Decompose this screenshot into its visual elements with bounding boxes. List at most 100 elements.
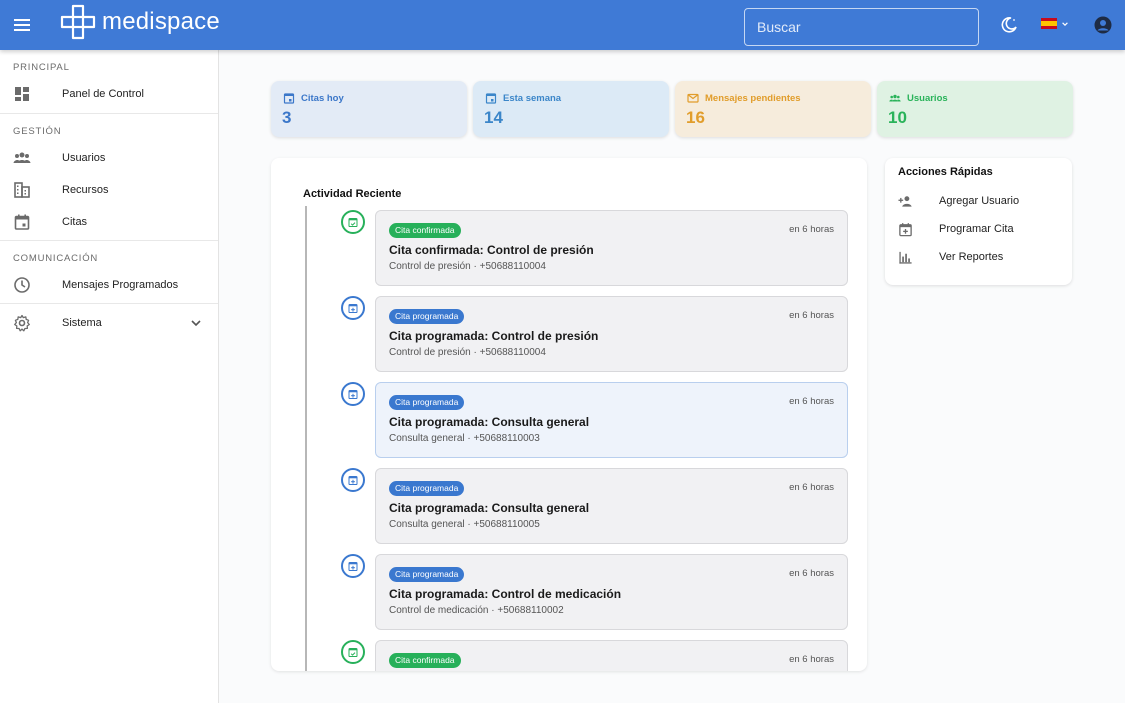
activity-time: en 6 horas [789,482,834,493]
chevron-down-icon [1062,21,1068,26]
activity-subtitle: Consulta general · +50688110003 [389,433,540,444]
view-reports-action[interactable]: Ver Reportes [885,245,1072,269]
status-badge: Cita programada [389,395,465,410]
quick-action-label: Ver Reportes [939,251,1004,263]
activity-subtitle: Control de presión · +50688110004 [389,347,546,358]
add-user-action[interactable]: Agregar Usuario [885,189,1072,213]
activity-time: en 6 horas [789,224,834,235]
timeline-dot [341,382,365,406]
app-name: medispace [102,8,220,35]
recent-activity-panel: Actividad Reciente Cita confirmada en 6 … [271,158,867,671]
activity-time: en 6 horas [789,568,834,579]
search-input[interactable] [744,8,979,46]
stat-label: Usuarios [907,92,948,104]
sidebar-item-resources[interactable]: Recursos [0,174,218,206]
activity-card[interactable]: Cita programada en 6 horas Cita programa… [375,382,848,458]
language-selector[interactable] [1041,18,1069,29]
stat-card-header: Esta semana [485,92,561,104]
timeline-dot [341,554,365,578]
account-circle-icon [1094,16,1112,34]
status-badge: Cita programada [389,481,465,496]
stat-value: 16 [686,108,705,127]
status-badge: Cita programada [389,309,465,324]
stat-label: Esta semana [503,92,562,104]
quick-actions-panel: Acciones Rápidas Agregar Usuario Program… [885,158,1072,285]
timeline-dot [341,210,365,234]
stat-card-header: Mensajes pendientes [687,92,801,104]
sidebar: PRINCIPAL Panel de Control GESTIÓN Usuar… [0,50,219,703]
activity-title-text: Cita programada: Consulta general [389,415,590,429]
stat-value: 14 [484,108,503,127]
sidebar-item-users[interactable]: Usuarios [0,142,218,174]
activity-card[interactable]: Cita programada en 6 horas Cita programa… [375,554,848,630]
activity-title-text: Cita programada: Control de presión [389,329,599,343]
section-title-gestion: GESTIÓN [13,126,62,137]
sidebar-item-dashboard[interactable]: Panel de Control [0,78,218,110]
sidebar-item-system[interactable]: Sistema [0,307,218,339]
activity-card[interactable]: Cita programada en 6 horas Cita programa… [375,296,848,372]
sidebar-item-label: Recursos [62,184,109,196]
status-badge: Cita confirmada [389,653,461,668]
menu-icon [14,19,30,31]
menu-button[interactable] [12,15,32,35]
account-button[interactable] [1093,15,1113,35]
medical-cross-logo-icon [60,4,96,40]
timeline-line [305,206,307,671]
stat-card-header: Citas hoy [283,92,344,104]
calendar-add-icon [348,562,358,571]
calendar-add-icon [348,304,358,313]
clock-icon [14,277,30,293]
calendar-icon [14,214,30,230]
divider [0,303,218,304]
status-badge: Cita programada [389,567,465,582]
activity-time: en 6 horas [789,654,834,665]
activity-subtitle: Control de medicación · +50688110002 [389,605,564,616]
sidebar-item-appointments[interactable]: Citas [0,206,218,238]
stat-card[interactable]: Mensajes pendientes 16 [675,81,871,137]
spain-flag-icon [1041,18,1057,29]
activity-card[interactable]: Cita confirmada en 6 horas Cita confirma… [375,210,848,286]
timeline-dot [341,296,365,320]
sidebar-item-label: Panel de Control [62,88,144,100]
stat-value: 10 [888,108,907,127]
section-title-comunicacion: COMUNICACIÓN [13,253,99,264]
calendar-icon [485,93,497,104]
section-title-principal: PRINCIPAL [13,62,70,73]
timeline-dot [341,468,365,492]
activity-subtitle: Control de presión · +50688110004 [389,261,546,272]
sidebar-item-label: Sistema [62,317,102,329]
gear-icon [14,314,30,332]
dark-mode-toggle[interactable] [1000,16,1018,34]
activity-title-text: Cita programada: Consulta general [389,501,590,515]
quick-action-label: Agregar Usuario [939,195,1020,207]
moon-icon [1001,17,1017,33]
quick-action-label: Programar Cita [939,223,1014,235]
activity-time: en 6 horas [789,310,834,321]
status-badge: Cita confirmada [389,223,461,238]
stat-value: 3 [282,108,292,127]
stat-card[interactable]: Usuarios 10 [877,81,1073,137]
bar-chart-icon [899,251,912,264]
add-user-icon [898,195,912,207]
activity-card[interactable]: Cita programada en 6 horas Cita programa… [375,468,848,544]
top-app-bar: medispace [0,0,1125,50]
logo[interactable]: medispace [60,4,220,40]
stat-label: Citas hoy [301,92,344,104]
stat-card-header: Usuarios [889,92,948,104]
activity-card[interactable]: Cita confirmada en 6 horas [375,640,848,671]
mail-icon [687,93,699,103]
sidebar-item-scheduled-messages[interactable]: Mensajes Programados [0,269,218,301]
stat-card[interactable]: Citas hoy 3 [271,81,467,137]
activity-title-text: Cita programada: Control de medicación [389,587,622,601]
activity-subtitle: Consulta general · +50688110005 [389,519,540,530]
calendar-check-icon [348,648,358,657]
chevron-down-icon [191,320,201,327]
activity-title: Actividad Reciente [303,188,402,200]
calendar-check-icon [348,218,358,227]
activity-title-text: Cita confirmada: Control de presión [389,243,594,257]
divider [0,240,218,241]
stat-card[interactable]: Esta semana 14 [473,81,669,137]
timeline-dot [341,640,365,664]
schedule-appointment-action[interactable]: Programar Cita [885,217,1072,241]
quick-actions-title: Acciones Rápidas [898,166,993,178]
